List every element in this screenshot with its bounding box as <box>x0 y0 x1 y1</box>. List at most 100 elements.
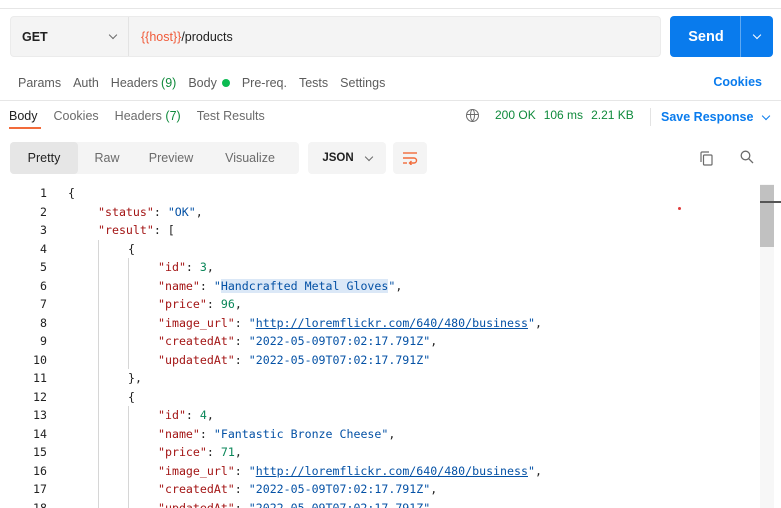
line-number: 8 <box>40 315 47 330</box>
indent-guide <box>128 443 129 462</box>
code-line: 16 "image_url": "http://loremflickr.com/6… <box>0 461 760 480</box>
tab-body[interactable]: Body <box>188 74 230 92</box>
code-token: : <box>185 260 200 274</box>
code-line: 4{ <box>0 239 760 258</box>
send-options-button[interactable] <box>741 30 773 40</box>
copy-icon[interactable] <box>700 151 713 166</box>
indent-guide <box>98 239 99 258</box>
wrap-lines-button[interactable] <box>393 142 427 174</box>
tab-label: Pre-req. <box>241 76 287 90</box>
code-content: "name": "Handcrafted Metal Gloves", <box>158 277 402 296</box>
code-content: { <box>128 388 135 407</box>
response-tab-body[interactable]: Body <box>9 109 38 127</box>
code-line: 12 { <box>0 387 760 407</box>
code-token: , <box>395 278 403 293</box>
url-variable: {{host}} <box>141 29 182 44</box>
tab-settings[interactable]: Settings <box>340 74 385 92</box>
code-token: Handcrafted Metal Gloves <box>220 278 389 293</box>
tab-params[interactable]: Params <box>18 74 61 92</box>
view-preview-button[interactable]: Preview <box>136 142 206 174</box>
code-token: "Fantastic Bronze Cheese" <box>213 426 389 441</box>
code-token: , <box>534 315 542 330</box>
code-token: "2022-05-09T07:02:17.791Z" <box>248 352 431 367</box>
line-number: 5 <box>40 260 47 274</box>
format-select[interactable]: JSON <box>308 142 386 174</box>
view-pretty-button[interactable]: Pretty <box>10 142 78 174</box>
chevron-down-icon <box>364 152 373 161</box>
code-line: 3 "result": [ <box>0 221 760 240</box>
code-line: 6 "name": "Handcrafted Metal Gloves", <box>0 276 760 296</box>
url-input[interactable]: {{host}}/products <box>129 30 233 44</box>
code-token: " <box>213 278 221 293</box>
line-number: 12 <box>33 389 47 404</box>
code-token: "name" <box>158 278 200 293</box>
code-token: "image_url" <box>158 463 235 478</box>
code-content: "name": "Fantastic Bronze Cheese", <box>158 425 395 444</box>
globe-icon[interactable] <box>466 108 479 122</box>
request-tabs: Params Auth Headers (9) Body Pre-req. Tes… <box>18 74 397 92</box>
body-indicator-dot <box>221 79 230 87</box>
indent-guide <box>98 387 99 406</box>
response-tab-headers[interactable]: Headers (7) <box>115 109 181 127</box>
code-token[interactable]: http://loremflickr.com/640/480/business <box>256 464 528 478</box>
code-token: " <box>527 315 535 330</box>
tab-tests[interactable]: Tests <box>299 74 328 92</box>
code-token: : <box>234 482 249 496</box>
indent-guide <box>98 313 99 332</box>
code-token: " <box>248 463 256 478</box>
line-number: 3 <box>40 223 47 237</box>
indent-guide <box>128 424 129 443</box>
tab-pre-request[interactable]: Pre-req. <box>242 74 287 92</box>
code-token: }, <box>128 371 142 385</box>
method-select[interactable]: GET <box>11 17 129 56</box>
send-button[interactable]: Send <box>670 16 773 57</box>
code-content: { <box>68 184 75 203</box>
response-tab-cookies[interactable]: Cookies <box>54 109 99 127</box>
cookies-link[interactable]: Cookies <box>713 75 762 89</box>
code-line: 1{ <box>0 184 760 203</box>
line-number: 6 <box>40 278 47 293</box>
code-token: : <box>234 500 249 508</box>
tab-headers[interactable]: Headers (9) <box>111 74 177 92</box>
tab-label: Test Results <box>196 109 265 123</box>
code-token: : <box>234 463 249 478</box>
response-body-editor[interactable]: 1{2 "status": "OK", 3 "result": [4{5 "id": 3… <box>0 184 760 508</box>
code-line: 15 "price": 71, <box>0 443 760 462</box>
code-line: 5 "id": 3, <box>0 258 760 277</box>
response-time[interactable]: 106 ms <box>544 108 583 122</box>
scrollbar-thumb[interactable] <box>760 185 774 247</box>
code-token: { <box>128 241 135 256</box>
code-token: : <box>234 334 249 348</box>
code-token: : <box>206 297 221 311</box>
code-token: "createdAt" <box>158 482 235 496</box>
send-label: Send <box>688 28 724 45</box>
status-code[interactable]: 200 OK <box>495 108 536 122</box>
code-line: 18 "updatedAt": "2022-05-09T07:02:17.791Z… <box>0 498 760 508</box>
code-content: "id": 4, <box>158 406 214 425</box>
indent-guide <box>128 498 129 508</box>
code-token: : <box>199 278 214 293</box>
tab-auth[interactable]: Auth <box>73 74 99 92</box>
response-size[interactable]: 2.21 KB <box>591 108 634 122</box>
code-line: 11}, <box>0 369 760 388</box>
code-token: 96 <box>220 297 235 311</box>
code-content: "createdAt": "2022-05-09T07:02:17.791Z", <box>158 332 437 351</box>
code-token[interactable]: http://loremflickr.com/640/480/business <box>256 316 528 330</box>
code-token: "2022-05-09T07:02:17.791Z" <box>248 500 431 508</box>
line-number: 7 <box>40 297 47 311</box>
code-content: "status": "OK", <box>98 203 203 222</box>
indent-guide <box>98 258 99 277</box>
view-visualize-button[interactable]: Visualize <box>206 142 294 174</box>
view-raw-button[interactable]: Raw <box>78 142 136 174</box>
response-tab-test-results[interactable]: Test Results <box>197 109 265 127</box>
view-mode-group: Pretty Raw Preview Visualize <box>10 142 299 174</box>
code-content: }, <box>128 369 142 388</box>
code-token: : <box>234 352 249 367</box>
line-number: 1 <box>40 186 47 200</box>
headers-count: (9) <box>161 76 177 90</box>
search-icon[interactable] <box>740 150 754 164</box>
tab-label: Auth <box>73 76 99 90</box>
indent-guide <box>98 350 99 369</box>
save-response-button[interactable]: Save Response <box>650 108 771 126</box>
indent-guide <box>128 406 129 425</box>
